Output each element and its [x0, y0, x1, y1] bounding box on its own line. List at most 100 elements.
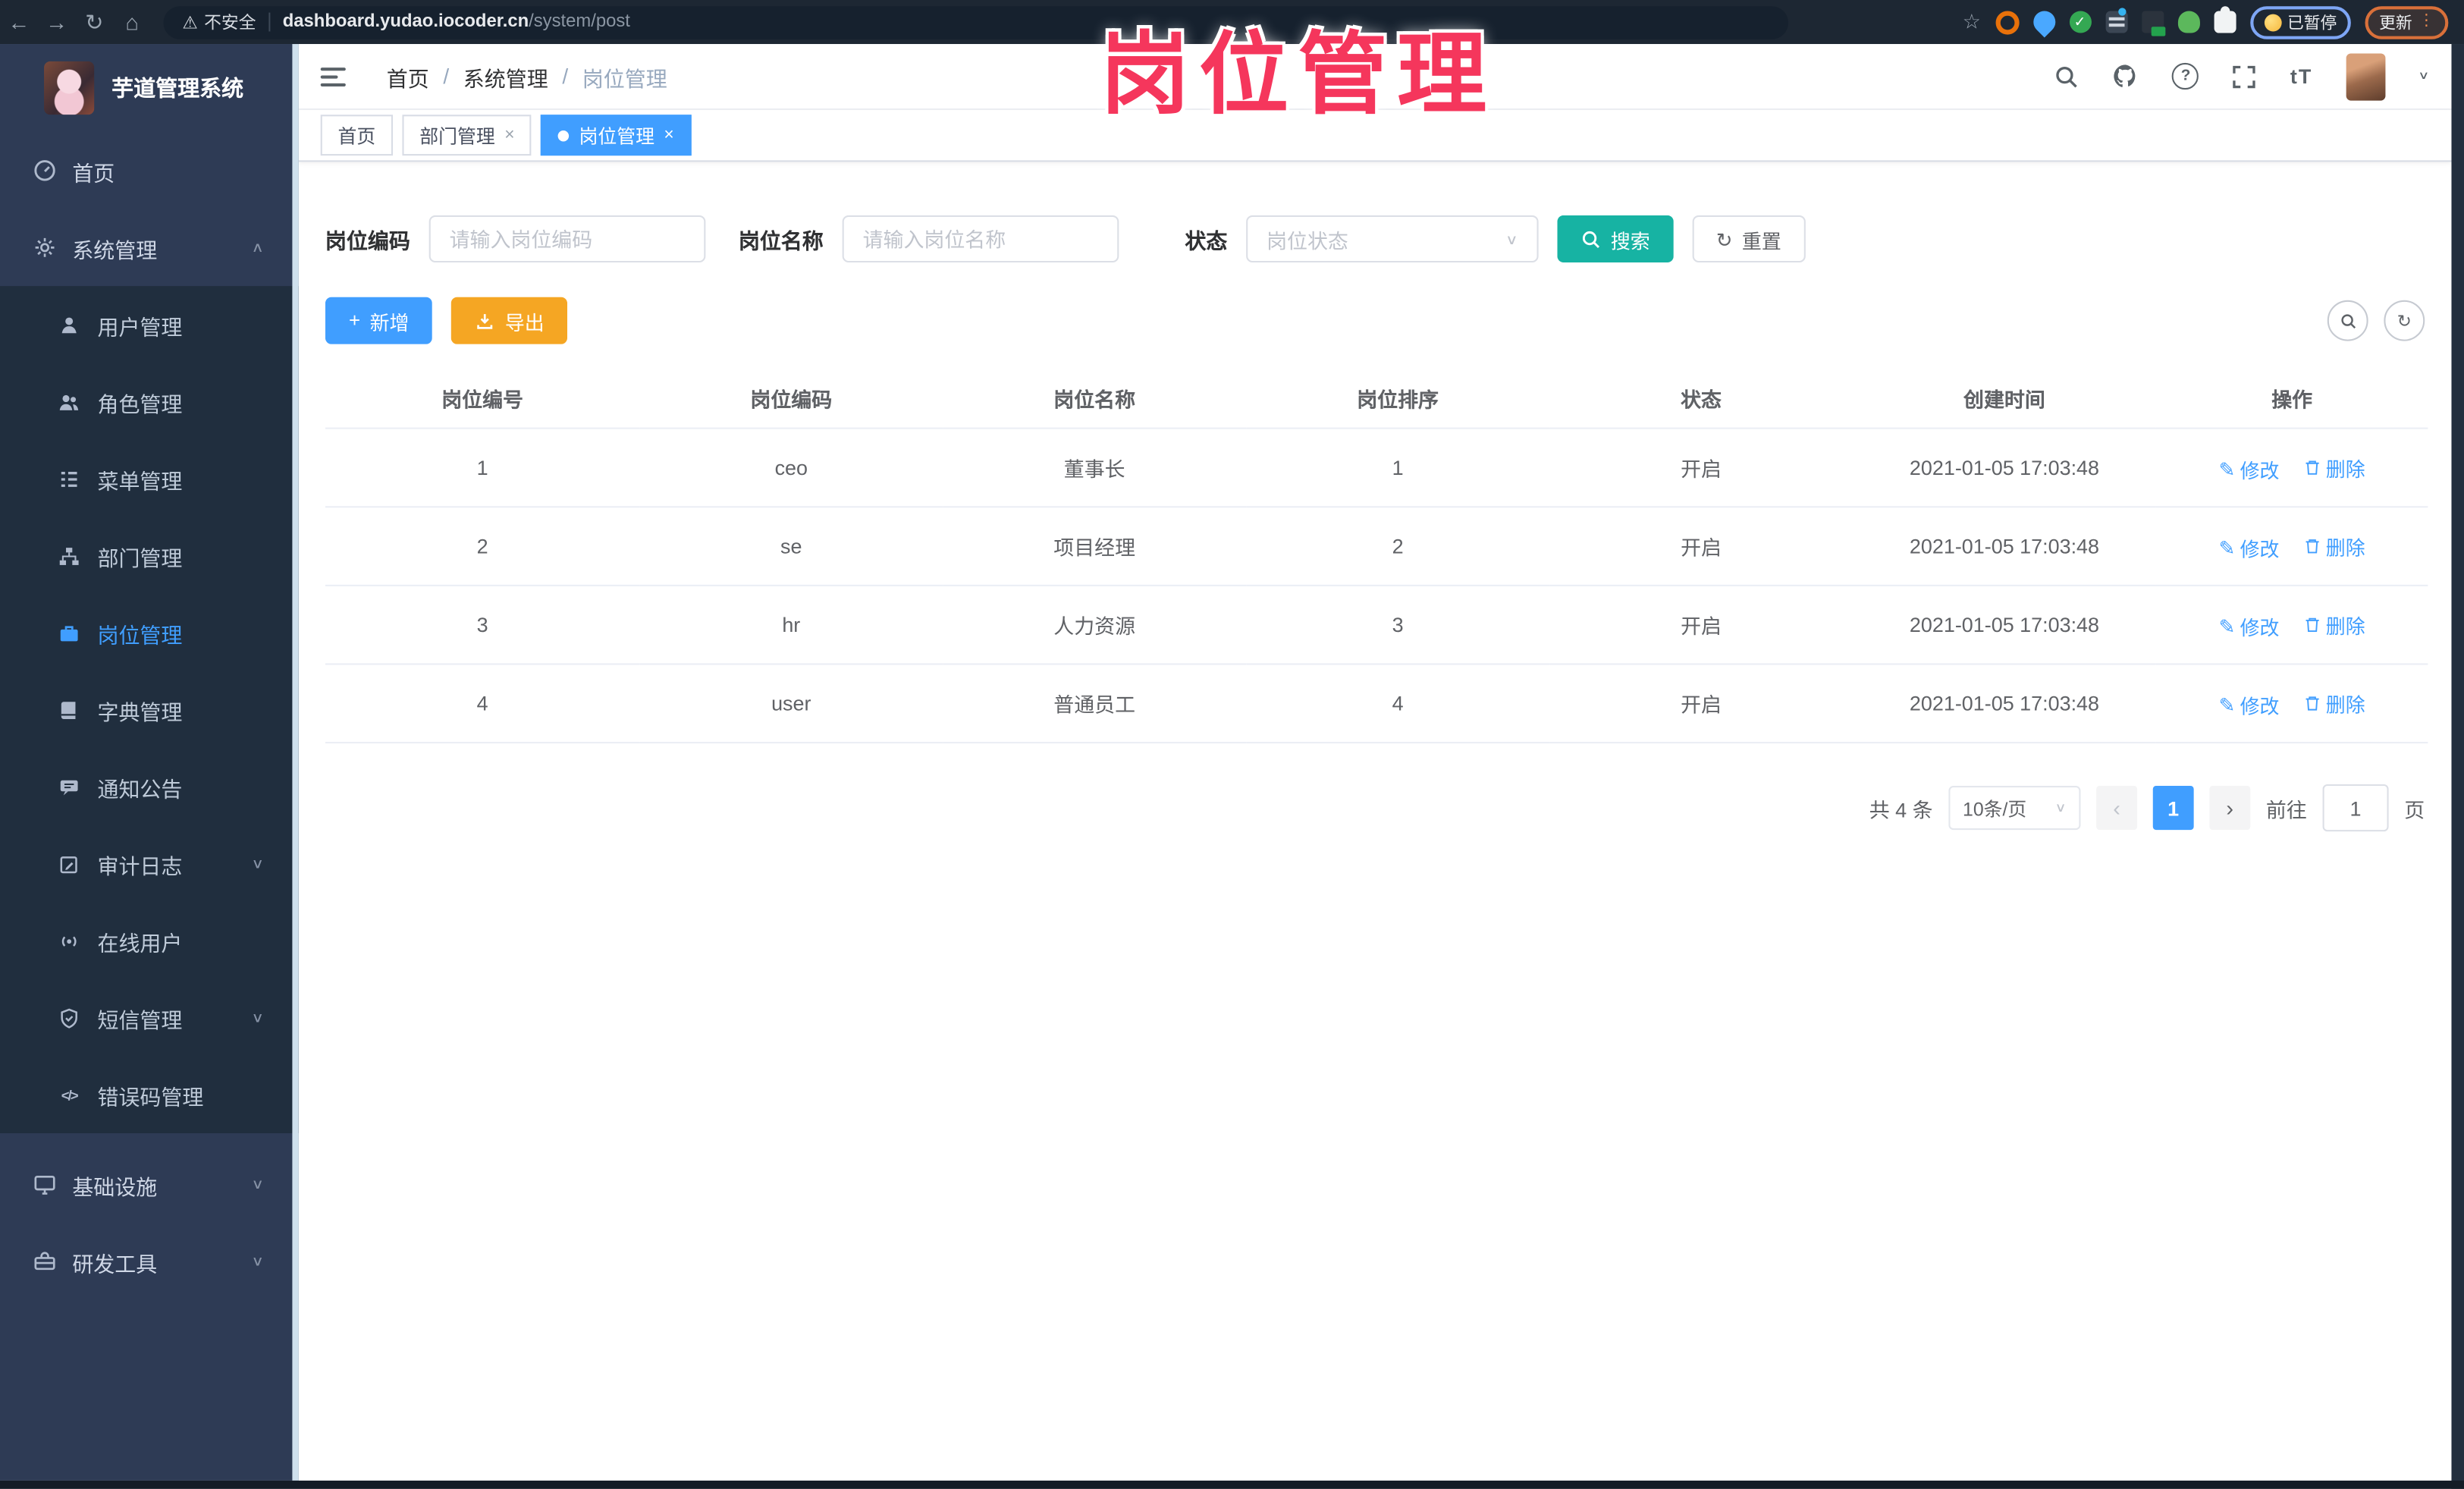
avatar[interactable] — [2345, 52, 2385, 100]
tab-dept-mgmt[interactable]: 部门管理 × — [402, 115, 532, 156]
avatar-caret-icon[interactable]: ∨ — [2418, 71, 2429, 83]
browser-home-icon[interactable]: ⌂ — [113, 9, 151, 34]
sidebar-item-dev-tools[interactable]: 研发工具 ∨ — [0, 1223, 299, 1300]
export-button[interactable]: 导出 — [451, 297, 568, 344]
sidebar-item-system[interactable]: 系统管理 ∧ — [0, 209, 299, 287]
goto-label: 前往 — [2265, 797, 2307, 821]
page-number-button[interactable]: 1 — [2152, 786, 2194, 831]
delete-link[interactable]: 删除 — [2304, 688, 2365, 718]
extension-sliders-icon[interactable] — [2105, 8, 2127, 33]
table-row: 1 ceo 董事长 1 开启 2021-01-05 17:03:48 ✎ 修改 删… — [325, 428, 2428, 508]
edit-icon: ✎ — [2218, 615, 2236, 638]
sidebar-item-audit-log[interactable]: 审计日志 ∨ — [0, 825, 299, 903]
kebab-menu-icon: ⋮ — [2418, 12, 2434, 30]
font-size-icon[interactable]: tT — [2290, 64, 2313, 88]
extension-gif-icon[interactable] — [2141, 11, 2165, 36]
browser-forward-icon[interactable]: → — [38, 9, 76, 34]
paused-button[interactable]: 已暂停 — [2249, 5, 2351, 39]
post-code-input[interactable] — [428, 215, 706, 263]
logo-rabbit-image — [44, 61, 95, 115]
sidebar-item-notice[interactable]: 通知公告 — [0, 748, 299, 825]
tab-post-mgmt[interactable]: 岗位管理 × — [541, 115, 692, 156]
sidebar-item-home[interactable]: 首页 — [0, 132, 299, 209]
trash-icon — [2305, 460, 2319, 474]
briefcase-icon — [57, 622, 82, 644]
tab-home[interactable]: 首页 — [320, 115, 394, 156]
add-button[interactable]: + 新增 — [325, 297, 433, 344]
sidebar-item-menu-mgmt[interactable]: 菜单管理 — [0, 440, 299, 517]
post-name-input[interactable] — [842, 215, 1119, 263]
browser-back-icon[interactable]: ← — [0, 9, 38, 34]
col-created: 创建时间 — [1853, 367, 2156, 429]
sidebar-item-label: 在线用户 — [97, 931, 183, 955]
prev-page-button[interactable]: ‹ — [2096, 786, 2137, 831]
edit-link[interactable]: ✎ 修改 — [2219, 611, 2280, 640]
address-bar[interactable]: ⚠ 不安全 dashboard.yudao.iocoder.cn /system… — [163, 5, 1789, 39]
sidebar-item-infrastructure[interactable]: 基础设施 ∨ — [0, 1146, 299, 1224]
toggle-search-button[interactable] — [2327, 300, 2368, 341]
screen: ← → ↻ ⌂ ⚠ 不安全 dashboard.yudao.iocoder.cn… — [0, 0, 2464, 1489]
extension-orange-icon[interactable] — [1995, 10, 2019, 34]
sidebar-item-errorcode-mgmt[interactable]: </> 错误码管理 — [0, 1056, 299, 1133]
breadcrumb-home[interactable]: 首页 — [387, 61, 429, 92]
github-icon[interactable] — [2113, 63, 2139, 90]
chevron-down-icon: ∨ — [1505, 231, 1518, 247]
browser-scrollbar[interactable] — [2451, 44, 2464, 1489]
page-size-select[interactable]: 10条/页 ∨ — [1948, 786, 2081, 831]
sidebar-item-online-users[interactable]: 在线用户 — [0, 902, 299, 979]
extension-sprout-icon[interactable] — [2177, 11, 2199, 33]
sidebar-item-label: 首页 — [72, 161, 115, 185]
warning-icon: ⚠ — [182, 13, 198, 33]
delete-link[interactable]: 删除 — [2304, 530, 2365, 560]
sidebar-item-label: 部门管理 — [97, 546, 183, 570]
extensions-puzzle-icon[interactable] — [2213, 6, 2236, 33]
sidebar-item-label: 研发工具 — [72, 1252, 158, 1276]
sidebar-item-label: 审计日志 — [97, 854, 183, 878]
address-divider — [268, 12, 271, 32]
delete-link[interactable]: 删除 — [2304, 609, 2365, 639]
delete-link[interactable]: 删除 — [2304, 452, 2365, 482]
edit-link[interactable]: ✎ 修改 — [2219, 532, 2280, 561]
search-icon[interactable] — [2054, 64, 2079, 89]
browser-reload-icon[interactable]: ↻ — [75, 8, 113, 35]
next-page-button[interactable]: › — [2209, 786, 2251, 831]
update-button[interactable]: 更新 ⋮ — [2365, 5, 2449, 39]
help-icon[interactable]: ? — [2172, 62, 2199, 90]
close-icon[interactable]: × — [664, 126, 673, 145]
dashboard-icon — [31, 159, 56, 182]
bookmark-star-icon[interactable]: ☆ — [1963, 9, 1981, 34]
extension-blue-drop-icon[interactable] — [2028, 6, 2060, 38]
chevron-down-icon: ∨ — [251, 1254, 265, 1270]
trash-icon — [2305, 617, 2319, 631]
reset-button[interactable]: ↻ 重置 — [1692, 215, 1805, 263]
sidebar-item-role-mgmt[interactable]: 角色管理 — [0, 363, 299, 441]
app-logo[interactable]: 芋道管理系统 — [0, 44, 299, 132]
url-domain: dashboard.yudao.iocoder.cn — [282, 12, 529, 32]
edit-link[interactable]: ✎ 修改 — [2219, 454, 2280, 483]
table-row: 2 se 项目经理 2 开启 2021-01-05 17:03:48 ✎ 修改 删… — [325, 507, 2428, 586]
hamburger-icon[interactable] — [320, 67, 346, 86]
breadcrumb-system[interactable]: 系统管理 — [463, 61, 548, 92]
sidebar-item-label: 错误码管理 — [97, 1085, 204, 1109]
list-icon — [57, 467, 82, 489]
edit-icon: ✎ — [2218, 693, 2236, 716]
security-label[interactable]: 不安全 — [204, 9, 256, 34]
sidebar-item-sms-mgmt[interactable]: 短信管理 ∨ — [0, 979, 299, 1057]
close-icon[interactable]: × — [504, 126, 514, 145]
sidebar-item-dept-mgmt[interactable]: 部门管理 — [0, 517, 299, 595]
browser-toolbar-right: ☆ ✓ 已暂停 更新 ⋮ — [1963, 5, 2464, 39]
sidebar-item-user-mgmt[interactable]: 用户管理 — [0, 286, 299, 363]
fullscreen-icon[interactable] — [2232, 64, 2257, 89]
goto-page-input[interactable] — [2322, 784, 2389, 832]
status-select[interactable]: 岗位状态 ∨ — [1246, 215, 1539, 263]
refresh-table-button[interactable]: ↻ — [2384, 300, 2425, 341]
sidebar-item-post-mgmt[interactable]: 岗位管理 — [0, 594, 299, 671]
search-button[interactable]: 搜索 — [1557, 215, 1674, 263]
edit-link[interactable]: ✎ 修改 — [2219, 690, 2280, 719]
sidebar-item-dict-mgmt[interactable]: 字典管理 — [0, 671, 299, 749]
edit-log-icon — [57, 853, 82, 875]
sidebar-scrollbar[interactable] — [292, 44, 299, 1481]
total-count: 共 4 条 — [1869, 797, 1933, 821]
extension-green-check-icon[interactable]: ✓ — [2068, 11, 2091, 33]
chevron-down-icon: ∨ — [2054, 800, 2067, 815]
